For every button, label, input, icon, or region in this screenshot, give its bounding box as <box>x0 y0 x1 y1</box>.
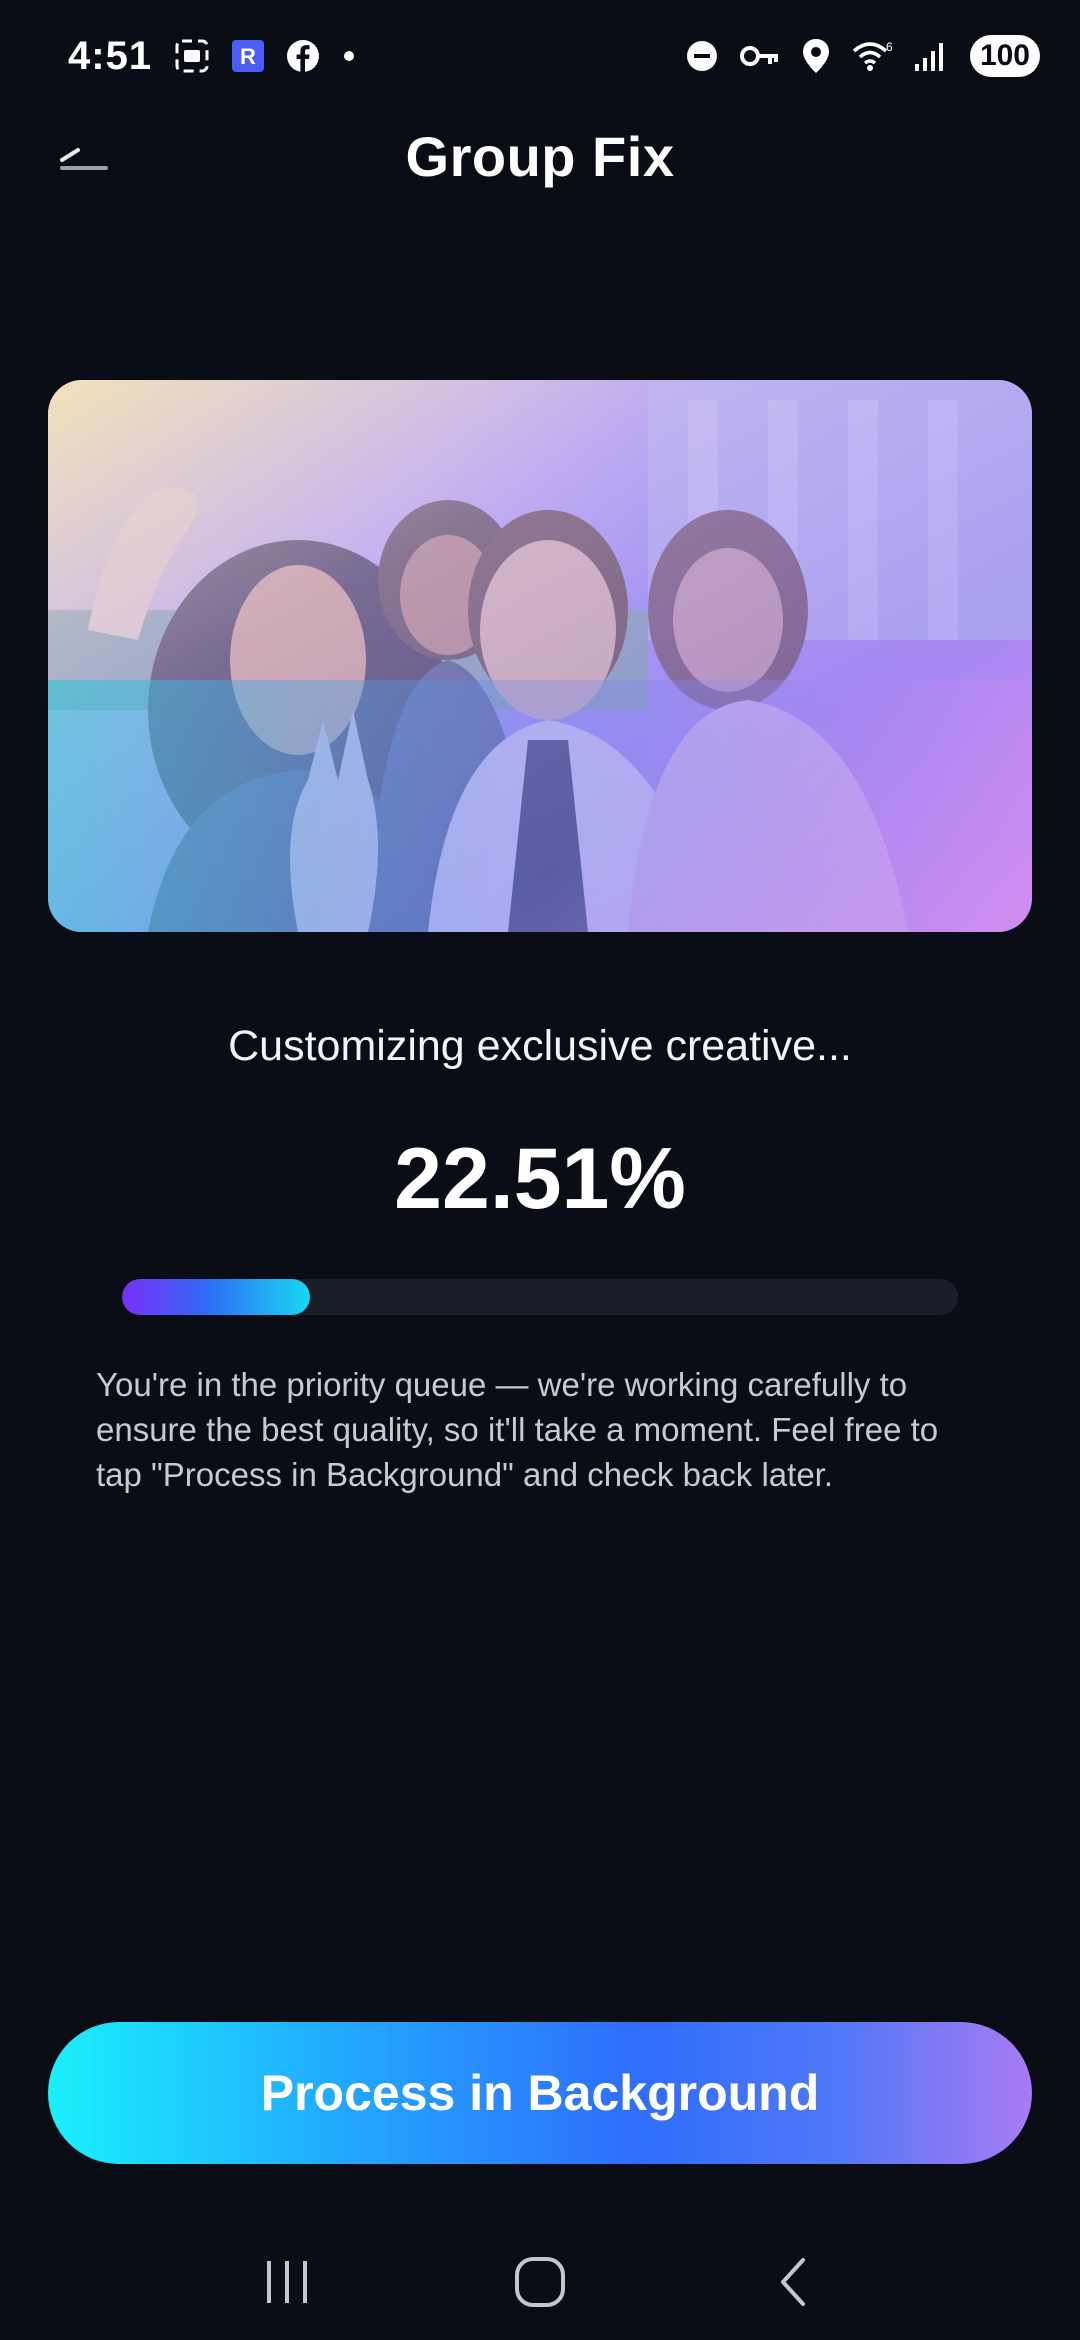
location-icon <box>802 38 830 74</box>
nav-home-button[interactable] <box>495 2237 585 2327</box>
progress-percent: 22.51% <box>394 1131 686 1227</box>
dot-icon <box>342 49 356 63</box>
nav-back-button[interactable] <box>748 2237 838 2327</box>
svg-text:R: R <box>240 44 256 69</box>
battery-indicator: 100 <box>969 35 1040 77</box>
group-photo-preview <box>48 380 1032 932</box>
app-r-icon: R <box>232 40 265 72</box>
wifi-icon: 6 <box>852 39 892 73</box>
status-time: 4:51 <box>68 33 153 78</box>
progress-bar <box>122 1279 958 1315</box>
status-bar: 4:51 R 6 100 <box>0 0 1080 112</box>
process-button-label: Process in Background <box>260 2065 820 2121</box>
processing-status-text: Customizing exclusive creative... <box>228 1022 852 1070</box>
status-right: 6 100 <box>686 35 1040 77</box>
process-in-background-button[interactable]: Process in Background <box>48 2022 1032 2164</box>
screenshot-icon <box>174 38 210 74</box>
queue-info-text: You're in the priority queue — we're wor… <box>96 1366 939 1493</box>
header: Group Fix <box>0 112 1080 208</box>
nav-back-icon <box>781 2258 806 2306</box>
screen: 4:51 R 6 100 Group Fix Customizing exclu… <box>0 0 1080 2340</box>
home-icon <box>514 2257 565 2307</box>
signal-icon <box>914 40 948 72</box>
recents-icon <box>266 2261 307 2303</box>
svg-text:6: 6 <box>886 40 892 54</box>
nav-recents-button[interactable] <box>242 2237 332 2327</box>
vpn-key-icon <box>739 42 780 70</box>
progress-bar-fill <box>122 1279 311 1315</box>
system-nav-bar <box>0 2224 1080 2340</box>
facebook-icon <box>286 39 320 73</box>
status-left: 4:51 R <box>68 34 356 79</box>
page-title: Group Fix <box>405 125 675 188</box>
do-not-disturb-icon <box>686 40 718 72</box>
